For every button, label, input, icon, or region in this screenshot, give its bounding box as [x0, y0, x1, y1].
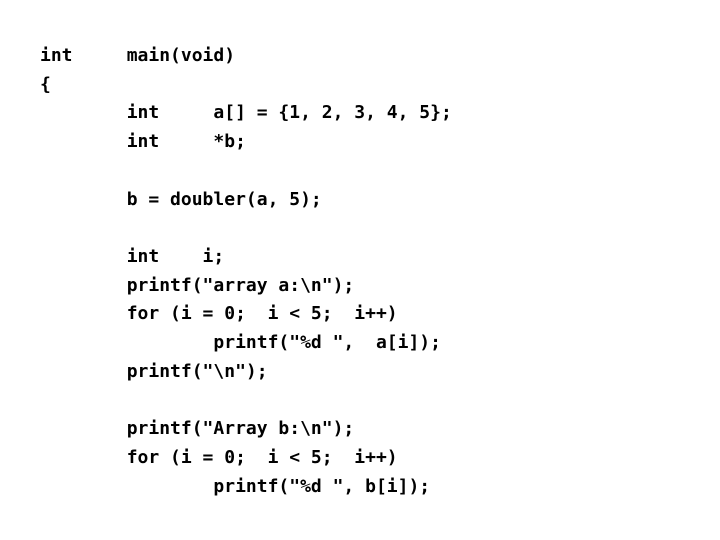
code-block: int main(void) { int a[] = {1, 2, 3, 4, 5… — [40, 42, 452, 501]
code-line: printf("Array b:\n"); — [40, 418, 355, 440]
slide-canvas: int main(void) { int a[] = {1, 2, 3, 4, 5… — [0, 0, 720, 540]
code-line: int a[] = {1, 2, 3, 4, 5}; — [40, 102, 452, 124]
code-line: printf("\n"); — [40, 360, 268, 382]
code-line: b = doubler(a, 5); — [40, 188, 322, 210]
code-line: int main(void) — [40, 45, 236, 66]
code-line: printf("%d ", a[i]); — [40, 332, 441, 353]
code-line: int i; — [40, 245, 225, 267]
code-line: for (i = 0; i < 5; i++) — [40, 303, 398, 325]
code-line: int *b; — [40, 131, 246, 153]
code-line: printf("%d ", b[i]); — [40, 475, 431, 497]
code-line: { — [40, 73, 51, 95]
code-line: for (i = 0; i < 5; i++) — [40, 446, 398, 468]
code-line: printf("array a:\n"); — [40, 274, 355, 296]
